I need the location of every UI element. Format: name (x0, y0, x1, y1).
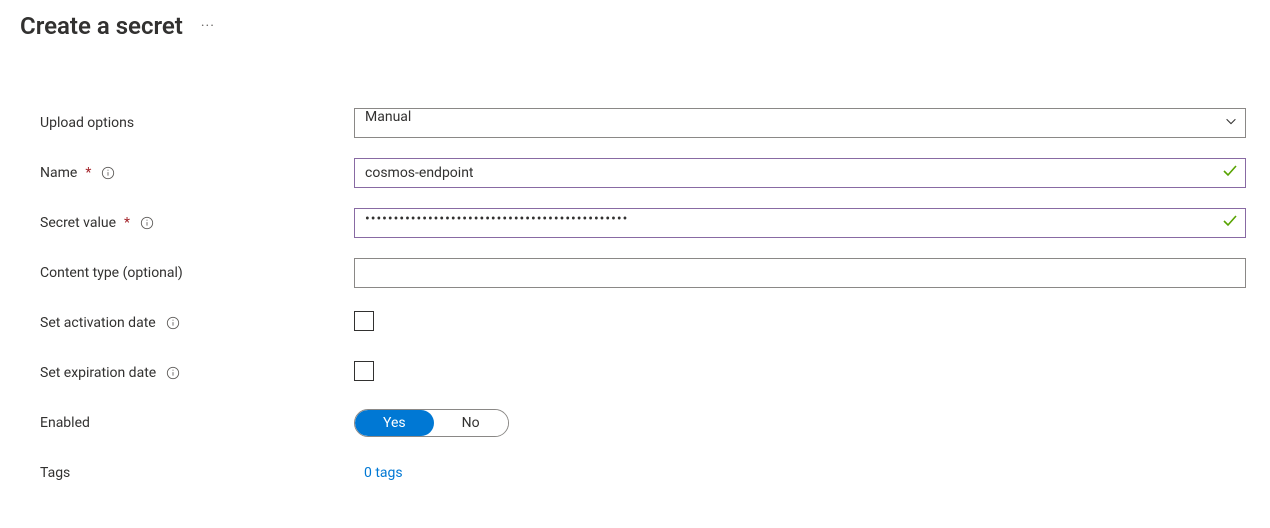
required-indicator: * (85, 165, 91, 181)
activation-date-label: Set activation date (40, 315, 156, 331)
content-type-label: Content type (optional) (40, 265, 183, 281)
upload-options-label: Upload options (40, 115, 134, 131)
enabled-label: Enabled (40, 415, 90, 431)
row-enabled: Enabled Yes No (40, 408, 1250, 438)
activation-date-checkbox[interactable] (354, 311, 374, 331)
enabled-toggle: Yes No (354, 409, 509, 437)
create-secret-form: Upload options Manual Name * (20, 108, 1250, 488)
row-upload-options: Upload options Manual (40, 108, 1250, 138)
row-name: Name * (40, 158, 1250, 188)
info-icon[interactable] (140, 216, 154, 230)
row-content-type: Content type (optional) (40, 258, 1250, 288)
upload-options-value: Manual (365, 109, 411, 125)
expiration-date-label: Set expiration date (40, 365, 156, 381)
secret-value-label: Secret value (40, 215, 116, 231)
row-expiration-date: Set expiration date (40, 358, 1250, 388)
row-secret-value: Secret value * ••••••••••••••••••••••••••… (40, 208, 1250, 238)
content-type-input[interactable] (354, 258, 1246, 288)
header: Create a secret ··· (20, 12, 1250, 40)
name-label: Name (40, 165, 77, 181)
required-indicator: * (124, 215, 130, 231)
expiration-date-checkbox[interactable] (354, 361, 374, 381)
enabled-toggle-no[interactable]: No (434, 410, 508, 436)
secret-value-input[interactable]: ••••••••••••••••••••••••••••••••••••••••… (354, 208, 1246, 238)
info-icon[interactable] (166, 316, 180, 330)
secret-value-masked: ••••••••••••••••••••••••••••••••••••••••… (365, 211, 628, 227)
row-activation-date: Set activation date (40, 308, 1250, 338)
more-actions-icon[interactable]: ··· (201, 18, 215, 34)
page-title: Create a secret (20, 12, 183, 40)
info-icon[interactable] (166, 366, 180, 380)
tags-link[interactable]: 0 tags (354, 465, 403, 481)
name-input[interactable] (354, 158, 1246, 188)
info-icon[interactable] (101, 166, 115, 180)
upload-options-select[interactable]: Manual (354, 108, 1246, 138)
enabled-toggle-yes[interactable]: Yes (355, 410, 434, 436)
tags-label: Tags (40, 465, 70, 481)
row-tags: Tags 0 tags (40, 458, 1250, 488)
